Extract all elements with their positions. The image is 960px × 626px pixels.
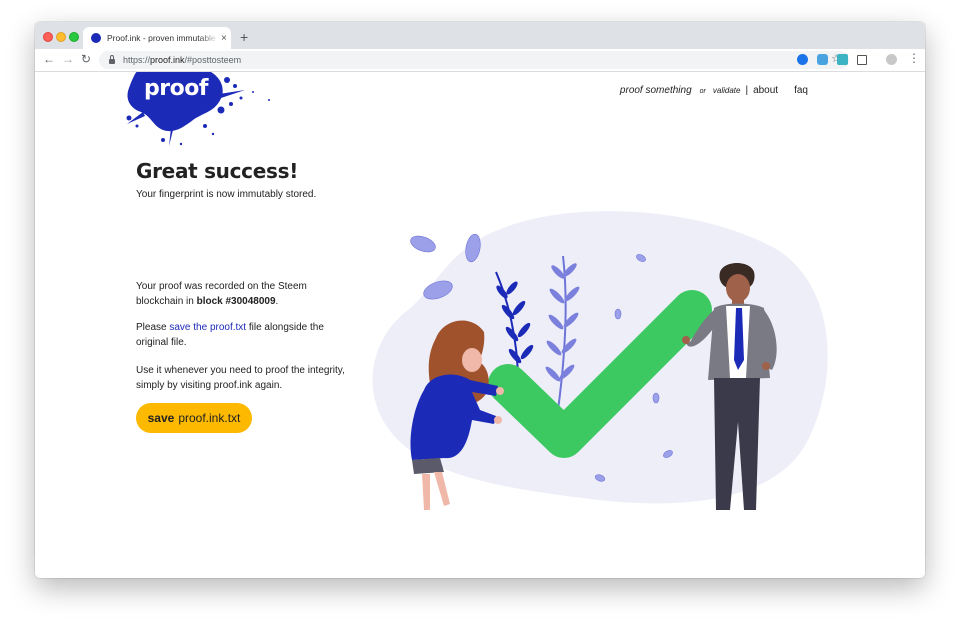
forward-arrow-icon[interactable]: →: [62, 52, 74, 66]
page-subtitle: Your fingerprint is now immutably stored…: [136, 189, 317, 200]
screenshot-extension-icon[interactable]: [857, 55, 867, 65]
nav-or-text: or: [699, 88, 706, 95]
lock-icon: [109, 54, 115, 64]
back-arrow-icon[interactable]: ←: [43, 52, 55, 66]
nav-separator: |: [745, 85, 749, 96]
extension-icon-2[interactable]: [817, 54, 828, 65]
recorded-paragraph: Your proof was recorded on the Steem blo…: [136, 281, 307, 307]
profile-avatar[interactable]: [886, 54, 897, 65]
save-proof-button[interactable]: save proof.ink.txt: [136, 403, 252, 433]
address-bar[interactable]: https://proof.ink/#posttosteem ☆: [99, 51, 849, 69]
tab-bar: Proof.ink - proven immutable fingerprint…: [35, 22, 925, 49]
logo-text: proof: [144, 76, 208, 101]
success-illustration: [372, 211, 828, 510]
close-window-button[interactable]: [43, 32, 53, 42]
nav-proof-something-link[interactable]: proof something: [620, 85, 692, 96]
usage-paragraph: Use it whenever you need to proof the in…: [136, 365, 345, 391]
tab-close-icon[interactable]: ×: [221, 33, 227, 44]
proof-favicon-icon: [91, 33, 101, 43]
extension-icon-1[interactable]: [797, 54, 808, 65]
nav-about-link[interactable]: about: [753, 85, 778, 96]
reload-icon[interactable]: ↻: [81, 52, 91, 66]
browser-toolbar: ← → ↻ https://proof.ink/#posttosteem ☆ ⋮: [35, 49, 925, 72]
browser-tab-active[interactable]: Proof.ink - proven immutable fingerprint…: [83, 27, 231, 49]
new-tab-button[interactable]: +: [240, 29, 248, 45]
save-instruction-paragraph: Please save the proof.txt file alongside…: [136, 322, 324, 348]
url-text: https://proof.ink/#posttosteem: [123, 55, 242, 65]
page-title: Great success!: [136, 159, 299, 183]
menu-kebab-icon[interactable]: ⋮: [908, 51, 920, 65]
nav-validate-link[interactable]: validate: [713, 86, 741, 95]
tab-title: Proof.ink - proven immutable fingerprint…: [107, 33, 219, 43]
top-navigation: proof something or validate | about faq: [620, 85, 808, 96]
page-content: proof proof something or validate | abou…: [35, 72, 925, 578]
browser-window: Proof.ink - proven immutable fingerprint…: [35, 22, 925, 578]
minimize-window-button[interactable]: [56, 32, 66, 42]
extension-icon-3[interactable]: [837, 54, 848, 65]
block-number: block #30048009: [196, 296, 276, 307]
save-proof-link[interactable]: save the proof.txt: [169, 322, 246, 333]
nav-faq-link[interactable]: faq: [794, 85, 808, 96]
maximize-window-button[interactable]: [69, 32, 79, 42]
